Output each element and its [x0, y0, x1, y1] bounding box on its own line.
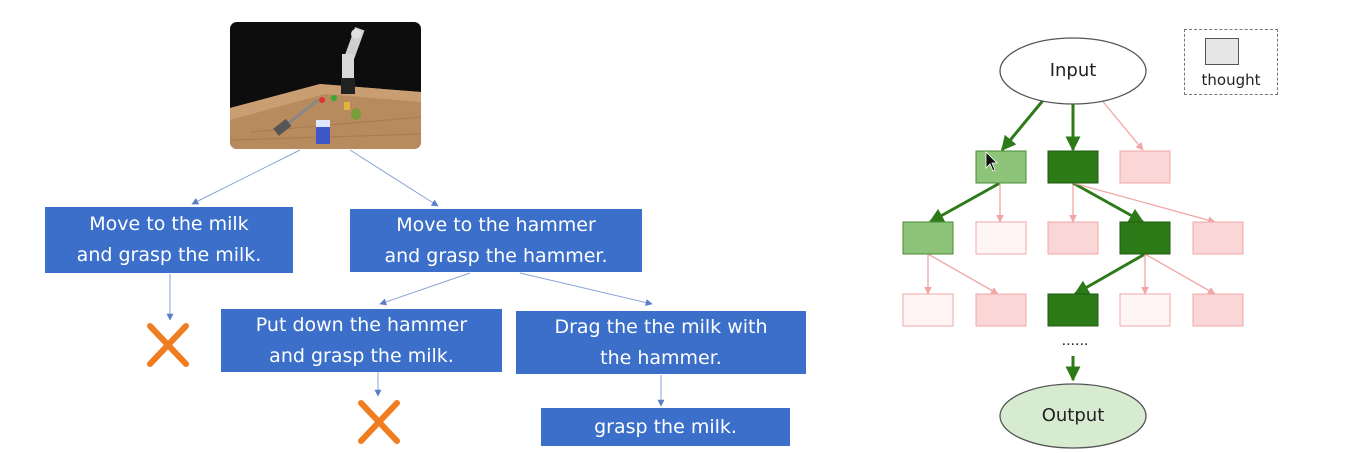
tot-nodes	[902, 37, 1244, 449]
input-label: Input	[1049, 60, 1097, 81]
thought-node	[975, 150, 1027, 184]
thought-node	[1192, 221, 1244, 255]
arrow-hammer-to-drag	[519, 272, 653, 306]
x-mark-icon	[147, 323, 189, 367]
step-move-to-milk: Move to the milk and grasp the milk.	[45, 207, 293, 273]
thought-node	[975, 293, 1027, 327]
legend: thought	[1184, 29, 1278, 95]
legend-label: thought	[1201, 71, 1261, 89]
legend-thought-swatch	[1205, 38, 1239, 65]
thought-node	[1047, 150, 1099, 184]
step-move-to-hammer: Move to the hammer and grasp the hammer.	[350, 209, 642, 272]
thought-node	[902, 293, 954, 327]
thought-node	[1047, 221, 1099, 255]
robot-arm-table-photo	[230, 22, 421, 149]
thought-node	[1192, 293, 1244, 327]
x-mark-icon	[358, 400, 400, 444]
ellipsis: ......	[1061, 332, 1089, 349]
step-grasp-milk: grasp the milk.	[541, 408, 790, 446]
thought-node	[1119, 221, 1171, 255]
thought-node	[1047, 293, 1099, 327]
step-put-down-hammer: Put down the hammer and grasp the milk.	[221, 309, 502, 372]
thought-node	[1119, 293, 1171, 327]
step-drag-milk: Drag the the milk with the hammer.	[516, 311, 806, 374]
output-label: Output	[1041, 405, 1105, 426]
thought-node	[902, 221, 954, 255]
arrow-root-to-milk	[191, 149, 301, 205]
arrow-root-to-hammer	[349, 149, 439, 207]
thought-node	[1119, 150, 1171, 184]
arrow-hammer-to-putdown	[379, 272, 471, 306]
thought-node	[975, 221, 1027, 255]
